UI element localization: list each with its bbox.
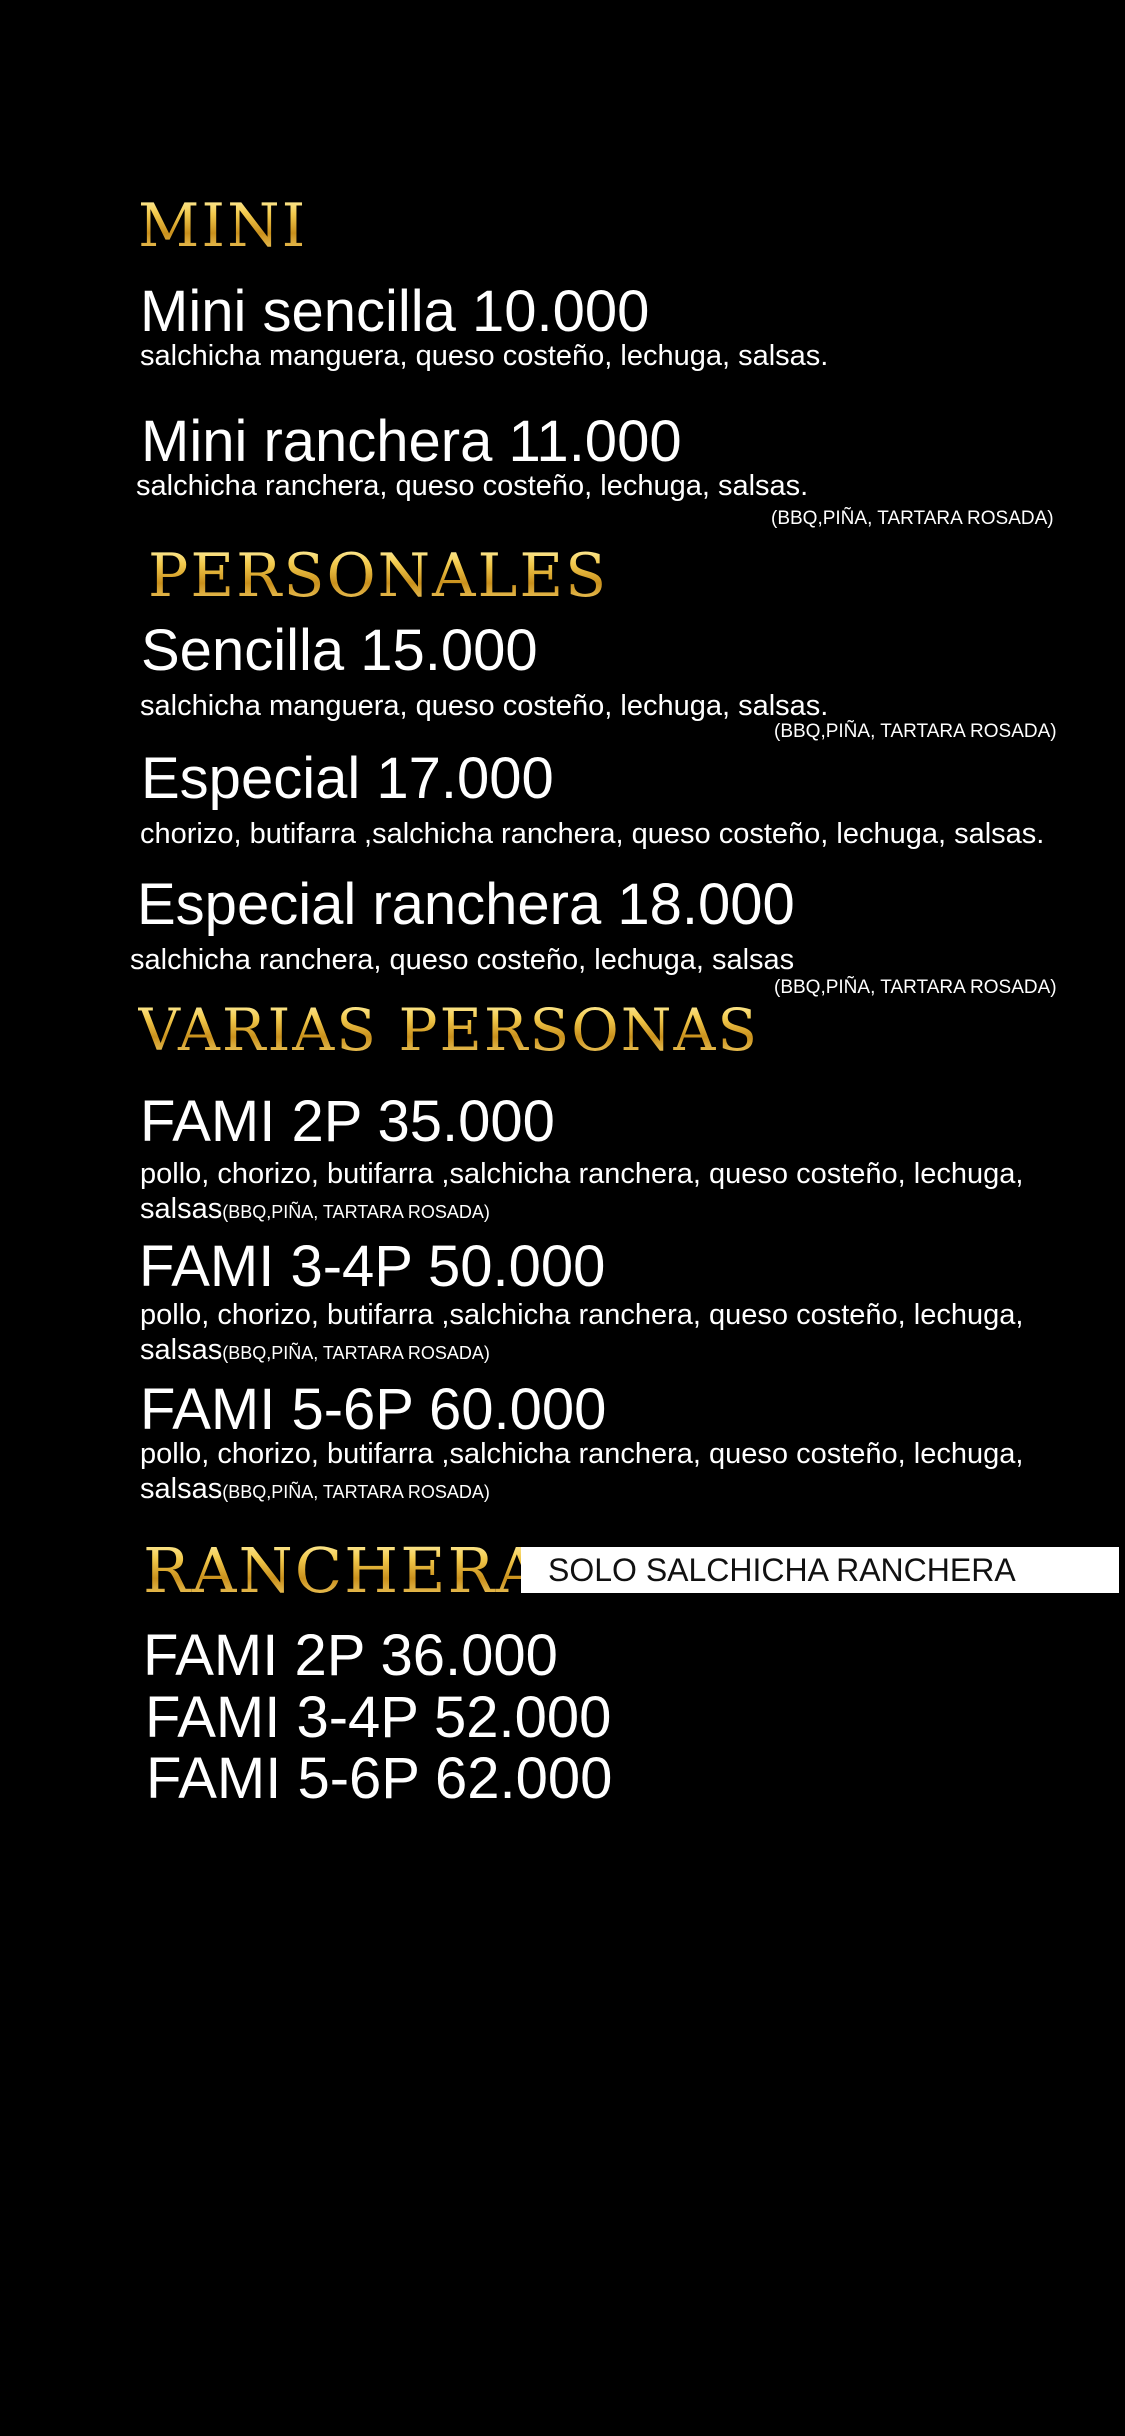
sauce-note: (BBQ,PIÑA, TARTARA ROSADA) xyxy=(774,721,1057,742)
menu-item-title: Especial 17.000 xyxy=(141,746,554,811)
menu-item-description: pollo, chorizo, butifarra ,salchicha ran… xyxy=(140,1437,1125,1507)
menu-item-title: Especial ranchera 18.000 xyxy=(137,872,795,937)
sauce-note: (BBQ,PIÑA, TARTARA ROSADA) xyxy=(774,977,1057,998)
menu-item-title: Mini ranchera 11.000 xyxy=(141,409,682,474)
sauce-note: (BBQ,PIÑA, TARTARA ROSADA) xyxy=(771,508,1054,529)
menu-item-description: salchicha manguera, queso costeño, lechu… xyxy=(140,690,829,722)
section-heading-varias-personas: VARIAS PERSONAS xyxy=(138,996,760,1064)
ranchera-note-box: SOLO SALCHICHA RANCHERA xyxy=(521,1547,1119,1593)
menu-item-title: FAMI 2P 36.000 xyxy=(143,1623,558,1688)
menu-item-title: FAMI 3-4P 50.000 xyxy=(139,1234,606,1299)
menu-item-title: FAMI 3-4P 52.000 xyxy=(145,1685,612,1750)
sauce-note: (BBQ,PIÑA, TARTARA ROSADA) xyxy=(222,1342,490,1363)
menu-item-description: salchicha manguera, queso costeño, lechu… xyxy=(140,340,829,372)
menu-item-description: chorizo, butifarra ,salchicha ranchera, … xyxy=(140,818,1045,850)
menu-item-title: FAMI 5-6P 60.000 xyxy=(140,1377,607,1442)
section-heading-personales: PERSONALES xyxy=(148,541,609,611)
menu-item-title: FAMI 5-6P 62.000 xyxy=(146,1746,613,1811)
menu-item-title: Mini sencilla 10.000 xyxy=(140,279,650,344)
menu-item-description: pollo, chorizo, butifarra ,salchicha ran… xyxy=(140,1298,1125,1368)
section-heading-ranchera: RANCHERA xyxy=(143,1534,543,1607)
section-heading-mini: MINI xyxy=(138,191,308,261)
menu-item-description: salchicha ranchera, queso costeño, lechu… xyxy=(136,470,809,502)
sauce-note: (BBQ,PIÑA, TARTARA ROSADA) xyxy=(222,1201,490,1222)
menu-item-title: Sencilla 15.000 xyxy=(141,618,538,683)
sauce-note: (BBQ,PIÑA, TARTARA ROSADA) xyxy=(222,1481,490,1502)
menu-item-description: pollo, chorizo, butifarra ,salchicha ran… xyxy=(140,1157,1125,1227)
menu-item-description: salchicha ranchera, queso costeño, lechu… xyxy=(130,944,795,976)
menu-item-title: FAMI 2P 35.000 xyxy=(140,1089,555,1154)
